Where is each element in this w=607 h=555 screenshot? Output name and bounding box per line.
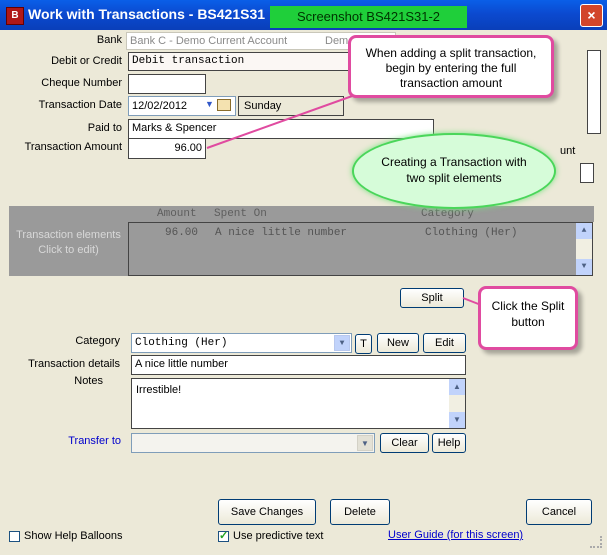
pointer-line-amount bbox=[206, 94, 356, 149]
callout-split-amount: When adding a split transaction, begin b… bbox=[348, 35, 554, 98]
callout-cloud: Creating a Transaction with two split el… bbox=[352, 133, 556, 209]
callout-split-button: Click the Split button bbox=[478, 286, 578, 350]
cloud-text: Creating a Transaction with two split el… bbox=[381, 155, 527, 185]
